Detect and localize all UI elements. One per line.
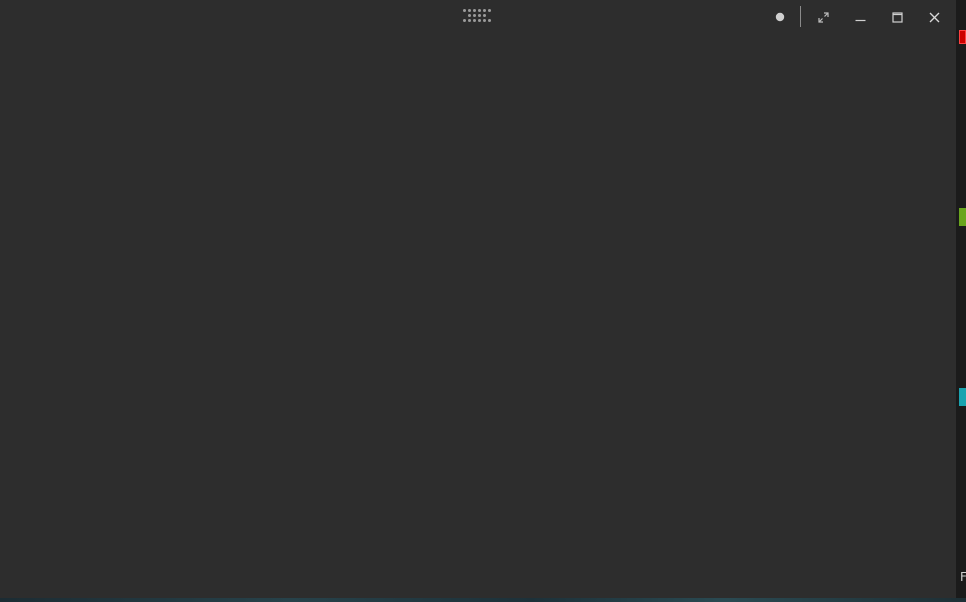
dot-icon <box>775 12 785 22</box>
grip-dot <box>483 14 486 17</box>
minimize-button[interactable] <box>845 4 875 30</box>
close-icon <box>929 12 939 22</box>
content-area <box>0 34 956 598</box>
drag-grip-icon[interactable] <box>462 9 494 25</box>
desktop-background-edge <box>0 598 966 602</box>
minimize-icon <box>855 19 865 21</box>
maximize-icon <box>891 11 903 23</box>
grip-dot <box>478 9 481 12</box>
grip-dot <box>473 19 476 22</box>
grip-dot <box>468 9 471 12</box>
green-marker <box>959 208 966 226</box>
grip-dot <box>478 14 481 17</box>
red-marker <box>959 30 966 44</box>
grip-dot <box>483 19 486 22</box>
maximize-button[interactable] <box>882 4 912 30</box>
edge-text: F <box>960 570 966 584</box>
grip-dot <box>473 14 476 17</box>
collapse-arrows-icon <box>817 11 829 23</box>
grip-dot <box>463 9 466 12</box>
grip-dot <box>463 19 466 22</box>
titlebar-divider <box>800 6 801 27</box>
grip-dot <box>488 19 491 22</box>
teal-marker <box>959 388 966 406</box>
grip-dot <box>483 9 486 12</box>
exit-fullscreen-button[interactable] <box>808 4 838 30</box>
grip-dot <box>468 14 471 17</box>
background-window-edge: F <box>956 0 966 602</box>
app-window <box>0 0 956 598</box>
record-button[interactable] <box>765 4 795 30</box>
grip-dot <box>468 19 471 22</box>
grip-dot <box>473 9 476 12</box>
grip-dot <box>478 19 481 22</box>
close-button[interactable] <box>919 4 949 30</box>
grip-dot <box>488 9 491 12</box>
title-bar[interactable] <box>0 0 956 34</box>
